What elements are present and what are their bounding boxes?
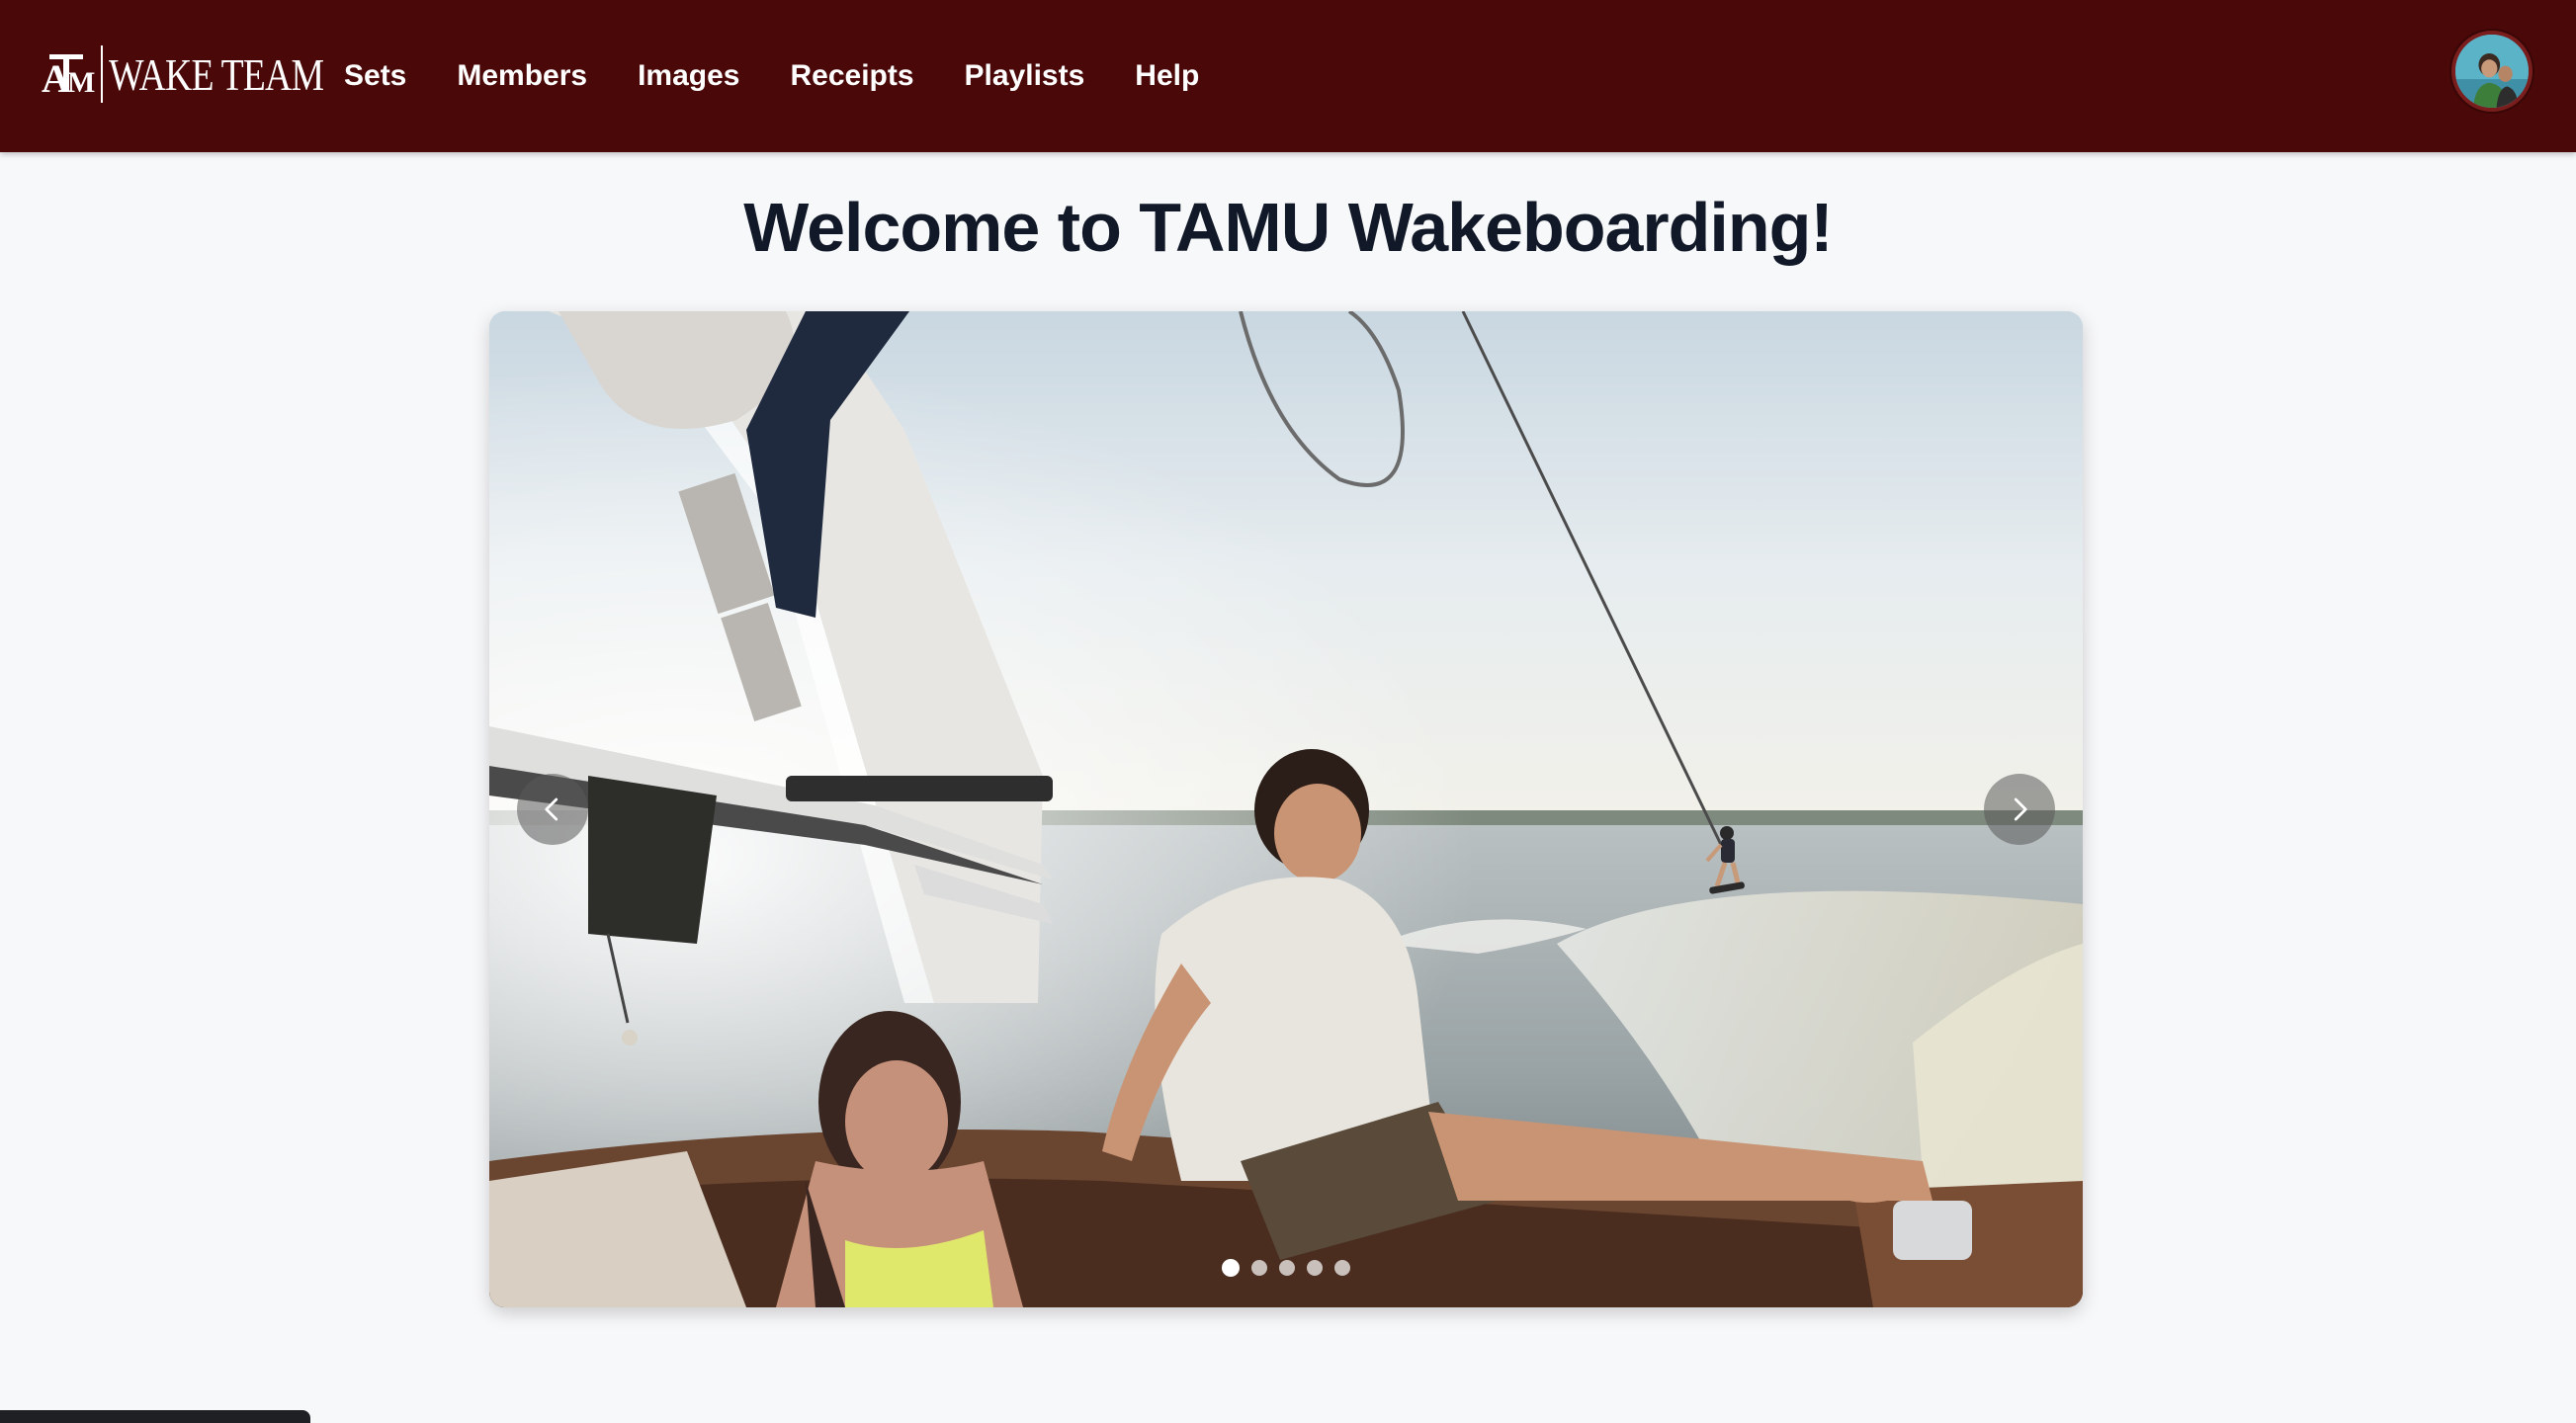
carousel-dot-2[interactable]	[1251, 1260, 1267, 1276]
nav-sets[interactable]: Sets	[344, 59, 406, 93]
carousel-dot-3[interactable]	[1279, 1260, 1295, 1276]
nav-help[interactable]: Help	[1135, 59, 1199, 93]
main-nav: Sets Members Images Receipts Playlists H…	[344, 0, 1249, 152]
svg-text:M: M	[67, 66, 95, 99]
logo-divider	[101, 45, 103, 103]
chevron-right-icon	[2014, 797, 2027, 821]
top-navbar: A M WAKE TEAM Sets Members Images Receip…	[0, 0, 2576, 152]
carousel-dot-5[interactable]	[1334, 1260, 1350, 1276]
image-carousel	[489, 311, 2083, 1307]
bottom-toolbar-edge	[0, 1410, 310, 1423]
nav-receipts[interactable]: Receipts	[790, 59, 913, 93]
carousel-dot-1[interactable]	[1222, 1259, 1240, 1277]
chevron-left-icon	[545, 797, 558, 821]
nav-playlists[interactable]: Playlists	[965, 59, 1085, 93]
logo-text: WAKE TEAM	[109, 48, 324, 100]
carousel-indicators	[489, 1259, 2083, 1277]
user-avatar[interactable]	[2451, 31, 2533, 112]
carousel-dot-4[interactable]	[1307, 1260, 1323, 1276]
carousel-slide-image	[489, 311, 2083, 1307]
logo-link[interactable]: A M WAKE TEAM	[40, 43, 371, 105]
page-title: Welcome to TAMU Wakeboarding!	[743, 189, 1833, 266]
nav-members[interactable]: Members	[457, 59, 587, 93]
carousel-next-button[interactable]	[1984, 774, 2055, 845]
nav-images[interactable]: Images	[638, 59, 739, 93]
atm-logo-icon: A M	[40, 46, 95, 102]
carousel-prev-button[interactable]	[517, 774, 588, 845]
